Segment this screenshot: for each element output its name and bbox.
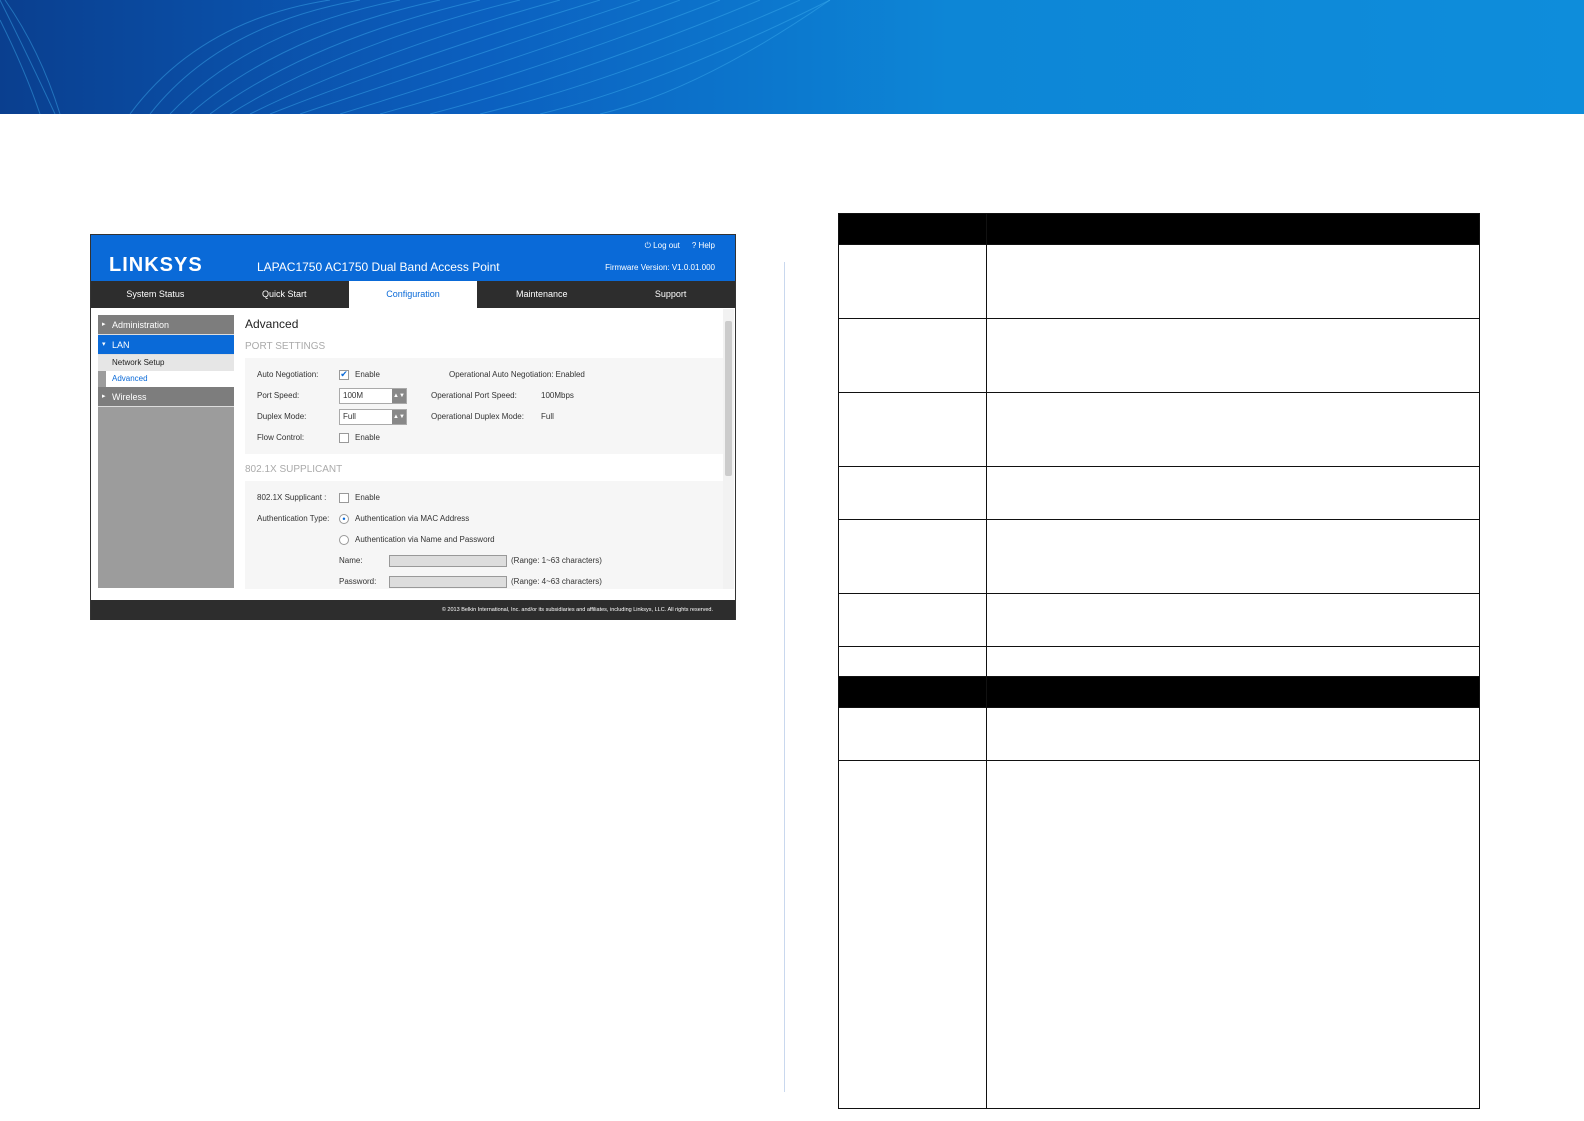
router-ui-screenshot: LINKSYS LAPAC1750 AC1750 Dual Band Acces…	[90, 234, 736, 620]
app-header: LINKSYS LAPAC1750 AC1750 Dual Band Acces…	[91, 235, 735, 281]
tab-maintenance[interactable]: Maintenance	[477, 281, 606, 308]
page-title: Advanced	[245, 317, 299, 331]
sidebar-item-lan[interactable]: LAN	[98, 335, 234, 355]
tab-system-status[interactable]: System Status	[91, 281, 220, 308]
footer-copyright: © 2013 Belkin International, Inc. and/or…	[91, 600, 735, 620]
auth-name-radio[interactable]	[339, 534, 349, 545]
password-label: Password:	[339, 577, 377, 586]
auth-mac-radio[interactable]: •	[339, 513, 349, 524]
content-area: Advanced PORT SETTINGS Auto Negotiation:…	[245, 317, 723, 589]
table-header	[838, 676, 1480, 708]
flow-control-label: Flow Control:	[257, 433, 305, 442]
main-nav: System Status Quick Start Configuration …	[91, 281, 735, 308]
sidebar-item-advanced[interactable]: Advanced	[106, 371, 234, 387]
name-input[interactable]	[389, 554, 507, 567]
table-row	[838, 392, 1480, 467]
page-banner	[0, 0, 1584, 114]
spinner-icon: ▲▼	[392, 409, 406, 424]
op-auto-neg-label: Operational Auto Negotiation:	[449, 370, 554, 379]
duplex-label: Duplex Mode:	[257, 412, 307, 421]
duplex-select[interactable]: Full ▲▼	[339, 408, 407, 425]
enable-label: Enable	[355, 493, 380, 502]
banner-wave-graphic	[0, 0, 831, 114]
supplicant-label: 802.1X Supplicant :	[257, 493, 327, 502]
tab-support[interactable]: Support	[606, 281, 735, 308]
sidebar-item-network-setup[interactable]: Network Setup	[98, 355, 234, 371]
auth-mac-label: Authentication via MAC Address	[355, 514, 470, 523]
password-input[interactable]	[389, 575, 507, 588]
help-link[interactable]: ? Help	[692, 241, 715, 250]
auto-negotiation-checkbox[interactable]: ✔	[339, 369, 349, 380]
linksys-logo: LINKSYS	[109, 254, 203, 276]
table-row	[838, 318, 1480, 393]
spinner-icon: ▲▼	[392, 388, 406, 403]
sidebar-item-wireless[interactable]: Wireless	[98, 387, 234, 407]
supplicant-checkbox[interactable]	[339, 492, 349, 503]
auth-name-label: Authentication via Name and Password	[355, 535, 495, 544]
table-row	[838, 593, 1480, 647]
enable-label: Enable	[355, 433, 380, 442]
flow-control-checkbox[interactable]	[339, 432, 349, 443]
op-duplex-label: Operational Duplex Mode:	[431, 412, 524, 421]
op-port-speed-value: 100Mbps	[541, 391, 574, 400]
tab-configuration[interactable]: Configuration	[348, 281, 478, 308]
password-range: (Range: 4~63 characters)	[511, 577, 602, 586]
auth-type-label: Authentication Type:	[257, 514, 330, 523]
name-label: Name:	[339, 556, 363, 565]
table-row	[838, 244, 1480, 319]
enable-label: Enable	[355, 370, 380, 379]
column-divider	[784, 262, 785, 1092]
table-row	[838, 707, 1480, 761]
product-title: LAPAC1750 AC1750 Dual Band Access Point	[257, 260, 500, 274]
scrollbar[interactable]	[723, 309, 734, 589]
table-row	[838, 466, 1480, 520]
table-row	[838, 760, 1480, 1109]
supplicant-heading: 802.1X SUPPLICANT	[245, 464, 343, 475]
op-auto-neg-value: Enabled	[555, 370, 585, 379]
port-settings-heading: PORT SETTINGS	[245, 341, 326, 352]
logout-link[interactable]: ⏻ Log out	[645, 241, 680, 250]
sidebar-item-administration[interactable]: Administration	[98, 315, 234, 335]
auto-negotiation-label: Auto Negotiation:	[257, 370, 319, 379]
op-duplex-value: Full	[541, 412, 554, 421]
port-speed-select[interactable]: 100M ▲▼	[339, 387, 407, 404]
port-speed-label: Port Speed:	[257, 391, 300, 400]
settings-table	[838, 213, 1480, 1109]
table-row	[838, 519, 1480, 594]
op-port-speed-label: Operational Port Speed:	[431, 391, 517, 400]
scrollbar-thumb[interactable]	[725, 321, 732, 476]
table-row	[838, 646, 1480, 677]
firmware-version: Firmware Version: V1.0.01.000	[605, 263, 715, 272]
name-range: (Range: 1~63 characters)	[511, 556, 602, 565]
sidebar: Administration LAN Network Setup Advance…	[98, 315, 234, 588]
table-header	[838, 213, 1480, 245]
tab-quick-start[interactable]: Quick Start	[220, 281, 349, 308]
